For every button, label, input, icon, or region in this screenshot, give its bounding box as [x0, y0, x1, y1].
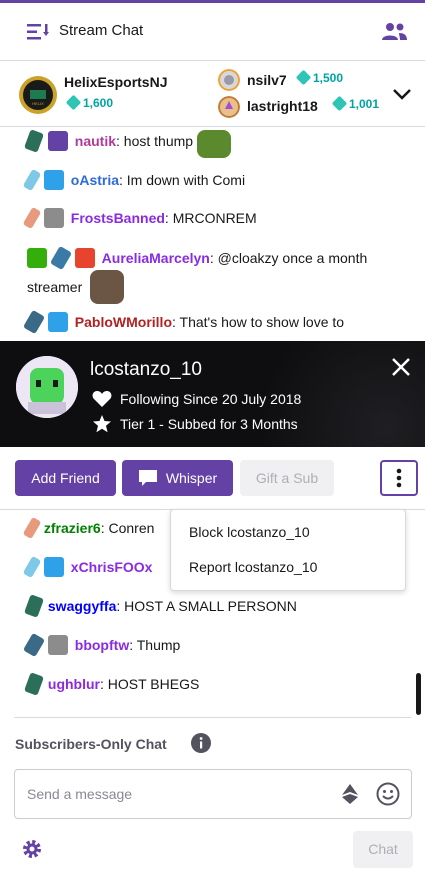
- chat-username[interactable]: PabloWMorillo: [75, 314, 172, 330]
- prime-badge-icon: [47, 131, 68, 151]
- leaderboard-amount-1: 1,600: [65, 94, 113, 111]
- moderator-sword-icon: [27, 248, 47, 268]
- chat-text: host thump: [123, 133, 194, 149]
- vial-badge-icon: [22, 206, 42, 230]
- chat-message: swaggyffa: HOST A SMALL PERSONN: [24, 594, 407, 618]
- leaderboard-name-1: HelixEsportsNJ: [64, 74, 168, 90]
- crown-badge-icon: [47, 312, 68, 332]
- chat-username[interactable]: nautik: [75, 133, 116, 149]
- chat-text: Conren: [108, 520, 155, 536]
- whisper-button[interactable]: Whisper: [122, 460, 233, 496]
- leaderboard-name-3: lastright18: [247, 98, 318, 114]
- chat-title: Stream Chat: [59, 22, 144, 39]
- chat-username[interactable]: AureliaMarcelyn: [102, 250, 210, 266]
- more-options-button[interactable]: [380, 460, 418, 496]
- vial-badge-icon: [22, 516, 42, 540]
- bits-badge-icon: [47, 635, 68, 655]
- chat-username[interactable]: bbopftw: [75, 637, 129, 653]
- chat-text: MRCONREM: [172, 210, 257, 226]
- chat-send-button[interactable]: Chat: [353, 831, 413, 868]
- sub-badge-icon: [24, 594, 44, 618]
- bits-leaderboard: HELIX HelixEsportsNJ 1,600 nsilv7 1,500 …: [0, 62, 425, 127]
- chat-text: That's how to show love to: [179, 314, 345, 330]
- chat-messages-top: nautik: host thump oAstria: Im down with…: [0, 128, 425, 342]
- info-icon[interactable]: [191, 733, 211, 753]
- gift-sub-button[interactable]: Gift a Sub: [240, 460, 334, 496]
- user-card: lcostanzo_10 Following Since 20 July 201…: [0, 341, 425, 447]
- chat-menu-icon[interactable]: [27, 23, 49, 41]
- svg-text:HELIX: HELIX: [32, 101, 44, 106]
- users-icon[interactable]: [381, 22, 407, 42]
- chat-scrollbar[interactable]: [416, 673, 421, 715]
- chat-message: AureliaMarcelyn: @cloakzy once a month s…: [27, 245, 407, 304]
- add-friend-button[interactable]: Add Friend: [15, 460, 116, 496]
- sub-badge-icon: [22, 632, 46, 658]
- leaderboard-amount-2: 1,500: [295, 69, 343, 86]
- bits-gem-icon: [331, 95, 348, 112]
- chat-header: Stream Chat: [0, 3, 425, 61]
- chat-username[interactable]: zfrazier6: [44, 520, 101, 536]
- bits-badge-icon: [43, 208, 64, 228]
- vial-badge-icon: [22, 168, 42, 192]
- leaderboard-amount-3: 1,001: [331, 95, 379, 112]
- user-card-actions: Add Friend Whisper Gift a Sub: [0, 447, 425, 510]
- avatar[interactable]: [16, 356, 78, 418]
- chat-message: FrostsBanned: MRCONREM: [22, 206, 407, 230]
- crown-badge-icon: [43, 557, 64, 577]
- helix-logo-badge: HELIX: [19, 76, 57, 114]
- chat-username[interactable]: swaggyffa: [48, 598, 116, 614]
- chat-message: ughblur: HOST BHEGS: [24, 672, 407, 696]
- whisper-icon: [138, 470, 157, 486]
- face-emote: [90, 270, 125, 304]
- card-username: lcostanzo_10: [90, 359, 202, 380]
- chat-username[interactable]: FrostsBanned: [71, 210, 165, 226]
- chat-input[interactable]: [27, 782, 327, 806]
- following-info: Following Since 20 July 2018: [92, 390, 301, 408]
- more-vertical-icon: [396, 468, 402, 488]
- chat-message: oAstria: Im down with Comi: [22, 168, 407, 192]
- pepe-emote: [196, 130, 231, 158]
- chat-text: Thump: [136, 637, 181, 653]
- bits-gem-icon: [65, 94, 82, 111]
- divider: [14, 717, 411, 718]
- chat-text: Im down with Comi: [126, 172, 246, 188]
- sub-info: Tier 1 - Subbed for 3 Months: [92, 415, 298, 433]
- bronze-badge: [218, 96, 240, 118]
- chat-text: HOST A SMALL PERSONN: [124, 598, 297, 614]
- chevron-down-icon[interactable]: [392, 87, 412, 101]
- silver-badge: [218, 69, 240, 91]
- avatar-image: [16, 356, 78, 418]
- sub-badge-icon: [22, 309, 46, 335]
- bits-icon[interactable]: [340, 783, 360, 805]
- sub-badge-icon: [24, 129, 44, 153]
- chat-message: bbopftw: Thump: [22, 632, 407, 658]
- gear-icon[interactable]: [21, 838, 43, 860]
- star-icon: [93, 415, 111, 433]
- chat-text: @cloakzy once a month: [217, 250, 368, 266]
- sub-badge-icon: [24, 672, 44, 696]
- leaderboard-name-2: nsilv7: [247, 72, 287, 88]
- chat-username[interactable]: ughblur: [48, 676, 100, 692]
- chat-input-box: [14, 769, 412, 819]
- chat-text-continued: streamer: [27, 279, 83, 295]
- block-user-menu-item[interactable]: Block lcostanzo_10: [189, 524, 310, 540]
- subscribers-only-label: Subscribers-Only Chat: [15, 736, 167, 752]
- sub-badge-icon: [49, 245, 72, 271]
- vial-badge-icon: [22, 555, 42, 579]
- chat-username[interactable]: oAstria: [71, 172, 119, 188]
- close-icon[interactable]: [390, 356, 412, 378]
- report-user-menu-item[interactable]: Report lcostanzo_10: [189, 559, 317, 575]
- chat-message: nautik: host thump: [24, 129, 407, 158]
- gift-badge-icon: [74, 248, 95, 268]
- chat-message: PabloWMorillo: That's how to show love t…: [22, 309, 407, 335]
- chat-text: HOST BHEGS: [107, 676, 200, 692]
- heart-icon: [92, 391, 112, 407]
- emoji-icon[interactable]: [376, 782, 400, 806]
- gift-badge-icon: [43, 170, 64, 190]
- bits-gem-icon: [295, 69, 312, 86]
- user-options-menu: Block lcostanzo_10 Report lcostanzo_10: [170, 509, 406, 591]
- chat-username[interactable]: xChrisFOOx: [71, 559, 153, 575]
